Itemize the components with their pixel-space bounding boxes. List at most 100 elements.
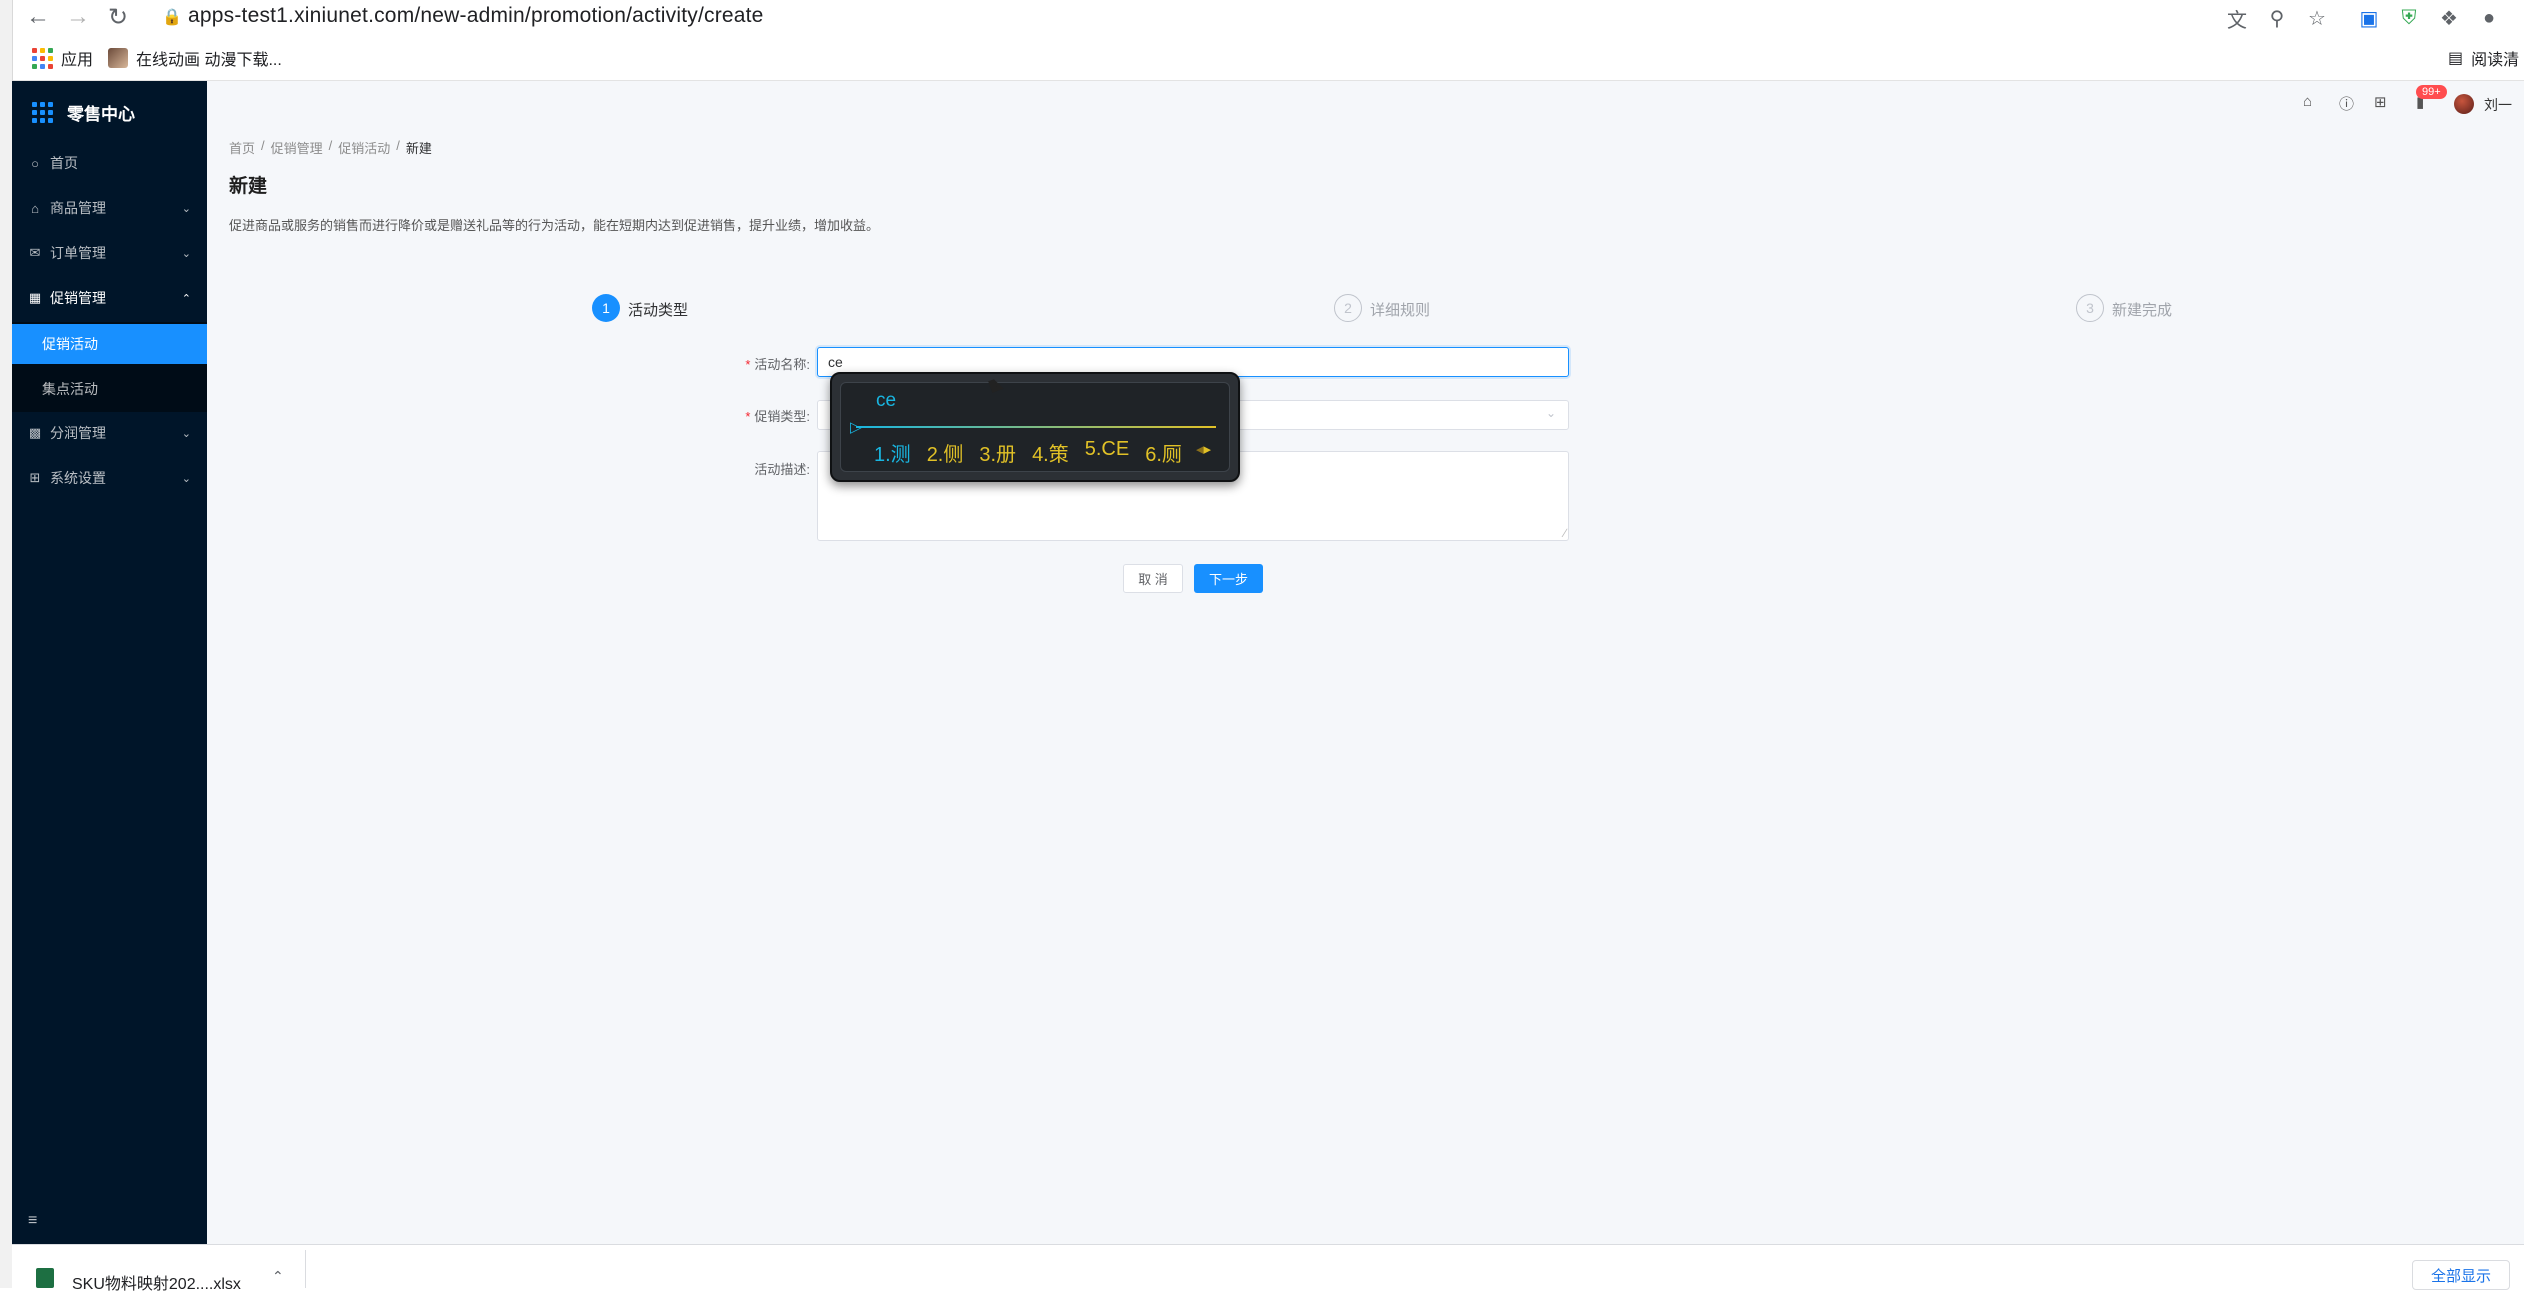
sidebar-subitem-label: 促销活动 [42, 336, 98, 352]
sidebar-item-label: 促销管理 [50, 290, 106, 306]
breadcrumb-item[interactable]: 促销管理 [271, 138, 323, 157]
zoom-icon[interactable]: ⚲ [2263, 4, 2291, 32]
home-icon: ⌂ [31, 200, 39, 216]
download-divider [305, 1250, 306, 1288]
cancel-button[interactable]: 取 消 [1123, 564, 1183, 593]
bookmark-item[interactable]: 在线动画 动漫下载... [108, 44, 282, 72]
chevron-down-icon: ⌄ [181, 247, 191, 260]
notification-badge: 99+ [2416, 85, 2447, 99]
grid-icon: ⊞ [29, 470, 41, 485]
user-name[interactable]: 刘一 [2484, 95, 2512, 115]
excel-file-icon [36, 1268, 54, 1288]
step-1-circle: 1 [592, 294, 620, 322]
back-icon[interactable]: ← [22, 2, 54, 32]
help-icon[interactable]: ⓘ [2339, 93, 2354, 114]
required-mark: * [745, 409, 751, 424]
avatar[interactable] [2454, 94, 2474, 114]
required-mark: * [745, 357, 751, 372]
sidebar-subitem-points-activity[interactable]: 集点活动 [12, 369, 207, 409]
download-file-name[interactable]: SKU物料映射202....xlsx [72, 1270, 241, 1294]
show-all-button[interactable]: 全部显示 [2412, 1260, 2511, 1290]
breadcrumb-current: 新建 [405, 141, 432, 156]
home-icon[interactable]: ⌂ [2303, 93, 2312, 110]
ime-candidate[interactable]: 6.厕 [1145, 438, 1182, 467]
bookmark-apps-label: 应用 [61, 52, 94, 69]
brand[interactable]: 零售中心 [12, 92, 207, 132]
ime-prev-icon[interactable]: ◂ [1196, 441, 1204, 458]
sidebar-subitem-label: 集点活动 [42, 381, 98, 397]
sidebar-item-settings[interactable]: ⊞ 系统设置 ⌄ [12, 456, 207, 500]
home-circle-icon: ○ [31, 155, 39, 171]
reading-list-label: 阅读清 [2471, 52, 2520, 69]
address-bar[interactable]: apps-test1.xiniunet.com/new-admin/promot… [188, 4, 764, 28]
sidebar-item-label: 订单管理 [50, 245, 106, 261]
ime-candidates: 1.测 2.侧 3.册 4.策 5.CE 6.厕 [874, 438, 1182, 467]
sidebar-item-label: 分润管理 [50, 425, 106, 441]
activity-desc-label: 活动描述: [754, 462, 810, 477]
next-step-button[interactable]: 下一步 [1194, 564, 1263, 593]
star-icon[interactable]: ☆ [2303, 4, 2331, 32]
bookmark-item-label: 在线动画 动漫下载... [136, 52, 282, 69]
mail-icon: ✉ [29, 245, 41, 260]
ime-candidate[interactable]: 5.CE [1085, 438, 1129, 467]
bookmark-apps[interactable]: 应用 [32, 44, 93, 72]
sidebar-item-label: 商品管理 [50, 200, 106, 216]
breadcrumb-item[interactable]: 首页 [229, 138, 255, 157]
ime-divider [856, 426, 1216, 428]
bookmarks-bar [0, 34, 2524, 81]
chevron-down-icon: ⌄ [181, 202, 191, 215]
shield-icon[interactable]: ⛨ [2395, 4, 2423, 32]
sidebar-item-profit-sharing[interactable]: ▩ 分润管理 ⌄ [12, 411, 207, 455]
ime-candidate[interactable]: 1.测 [874, 438, 911, 467]
step-3-circle: 3 [2076, 294, 2104, 322]
chevron-up-icon: ⌃ [181, 292, 191, 305]
reload-icon[interactable]: ↻ [102, 2, 134, 32]
chevron-down-icon: ⌄ [181, 472, 191, 485]
main-content [207, 81, 2524, 1244]
extension-icon[interactable]: ▣ [2355, 4, 2383, 32]
share-icon: ▩ [28, 425, 42, 440]
reading-list-icon: ▤ [2448, 50, 2464, 67]
step-1-label: 活动类型 [628, 302, 689, 319]
translate-icon[interactable]: 文 [2223, 4, 2251, 32]
sidebar-item-promotion[interactable]: ▦ 促销管理 ⌃ [12, 276, 207, 320]
breadcrumb: 首页 / 促销管理 / 促销活动 / 新建 [229, 138, 432, 157]
chevron-down-icon: ⌄ [181, 427, 191, 440]
ime-page-arrows[interactable]: ◂▸ [1196, 440, 1211, 458]
bookmark-favicon-icon [108, 48, 128, 68]
chevron-down-icon: ⌄ [1545, 406, 1556, 420]
sidebar-item-label: 系统设置 [50, 470, 106, 486]
resize-grip-icon[interactable]: ∕ [1564, 526, 1566, 540]
brand-title: 零售中心 [67, 104, 135, 124]
step-3-label: 新建完成 [2112, 302, 2173, 319]
sidebar-item-home[interactable]: ○ 首页 [12, 141, 207, 185]
forward-icon[interactable]: → [62, 2, 94, 32]
activity-name-label: * 活动名称: [745, 357, 810, 372]
download-bar [12, 1244, 2524, 1289]
puzzle-icon[interactable]: ❖ [2435, 4, 2463, 32]
ime-next-icon[interactable]: ▸ [1204, 441, 1212, 458]
breadcrumb-item[interactable]: 促销活动 [338, 138, 390, 157]
ime-candidate[interactable]: 3.册 [979, 438, 1016, 467]
step-2-label: 详细规则 [1370, 302, 1431, 319]
ime-candidate[interactable]: 2.侧 [927, 438, 964, 467]
apps-icon[interactable]: ⊞ [2374, 93, 2387, 111]
apps-grid-icon [32, 47, 53, 69]
ime-candidate[interactable]: 4.策 [1032, 438, 1069, 467]
sidebar-subitem-promotion-activity[interactable]: 促销活动 [12, 324, 207, 364]
page-title: 新建 [229, 176, 268, 197]
chevron-up-icon[interactable]: ⌃ [272, 1268, 284, 1285]
promotion-type-label: * 促销类型: [745, 409, 810, 424]
sidebar-item-products[interactable]: ⌂ 商品管理 ⌄ [12, 186, 207, 230]
sidebar-item-orders[interactable]: ✉ 订单管理 ⌄ [12, 231, 207, 275]
menu-collapse-icon[interactable]: ≡ [28, 1212, 37, 1230]
ime-pinyin: ce [876, 390, 897, 411]
lock-icon[interactable]: 🔒 [162, 7, 182, 27]
page-description: 促进商品或服务的销售而进行降价或是赠送礼品等的行为活动，能在短期内达到促进销售，… [229, 218, 880, 233]
brand-grid-icon [32, 101, 53, 123]
sidebar-item-label: 首页 [50, 155, 78, 171]
step-2-circle: 2 [1334, 294, 1362, 322]
calendar-icon: ▦ [28, 290, 42, 305]
profile-icon[interactable]: ● [2475, 4, 2503, 32]
reading-list[interactable]: ▤ 阅读清 [2448, 44, 2519, 72]
